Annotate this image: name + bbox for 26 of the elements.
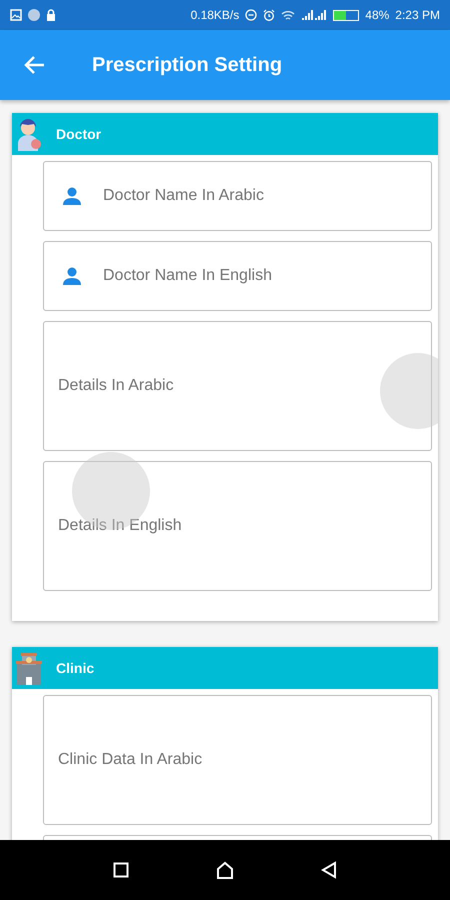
- lock-icon: [46, 9, 56, 21]
- alarm-icon: [263, 9, 276, 21]
- input-field[interactable]: Details In English: [43, 461, 432, 591]
- wifi-icon: [281, 10, 296, 20]
- circle-icon: [28, 9, 40, 21]
- battery-icon: [333, 10, 360, 20]
- recents-icon[interactable]: [113, 862, 130, 878]
- image-icon: [10, 9, 22, 21]
- do-not-disturb-icon: [245, 9, 258, 21]
- person-icon: [62, 186, 82, 206]
- clock-time: 2:23 PM: [395, 8, 440, 22]
- screen-title: Prescription Setting: [92, 54, 282, 76]
- signal-icon: [301, 10, 328, 20]
- back-arrow-icon[interactable]: [24, 55, 46, 75]
- input-field[interactable]: Details In Arabic: [43, 321, 432, 451]
- input-field[interactable]: Doctor Name In Arabic: [43, 161, 432, 231]
- back-icon[interactable]: [320, 861, 337, 879]
- section-title: Doctor: [56, 126, 102, 142]
- network-speed: 0.18KB/s: [190, 8, 240, 22]
- input-field[interactable]: Clinic Data In Arabic: [43, 695, 432, 825]
- input-field[interactable]: Doctor Name In English: [43, 241, 432, 311]
- section-title: Clinic: [56, 660, 94, 676]
- building-icon: [14, 651, 44, 685]
- battery-percent: 48%: [365, 8, 390, 22]
- person-icon: [62, 266, 82, 286]
- home-icon[interactable]: [216, 861, 234, 879]
